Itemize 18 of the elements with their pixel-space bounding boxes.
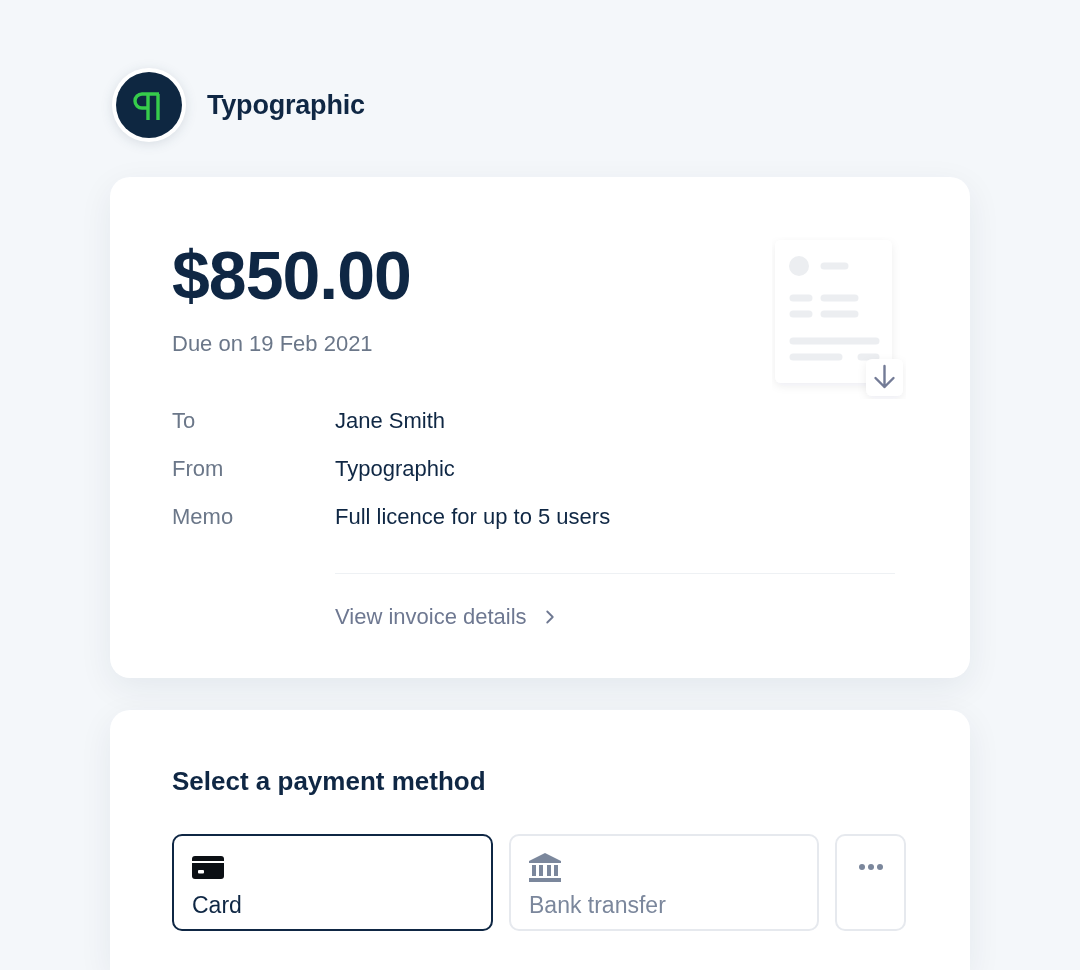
payment-option-button[interactable]: Card [172, 834, 493, 931]
more-icon [858, 864, 883, 870]
payment-option-button[interactable]: Bank transfer [509, 834, 819, 931]
amount-due: $850.00 [172, 241, 411, 309]
bank-icon [529, 852, 561, 882]
detail-label: To [172, 408, 197, 434]
detail-label: From [172, 456, 225, 482]
detail-label: Memo [172, 504, 235, 530]
detail-value: Full licence for up to 5 users [335, 504, 612, 530]
invoice-details-link[interactable]: View invoice details [335, 602, 561, 632]
brand-name: Typographic [207, 89, 365, 121]
pilcrow-logo-icon [112, 68, 186, 142]
due-date: Due on 19 Feb 2021 [172, 330, 374, 358]
detail-value: Jane Smith [335, 408, 447, 434]
payment-method-title: Select a payment method [172, 765, 487, 797]
detail-value: Typographic [335, 456, 456, 482]
credit-card-icon [192, 855, 224, 879]
payment-option-button[interactable] [835, 834, 906, 931]
